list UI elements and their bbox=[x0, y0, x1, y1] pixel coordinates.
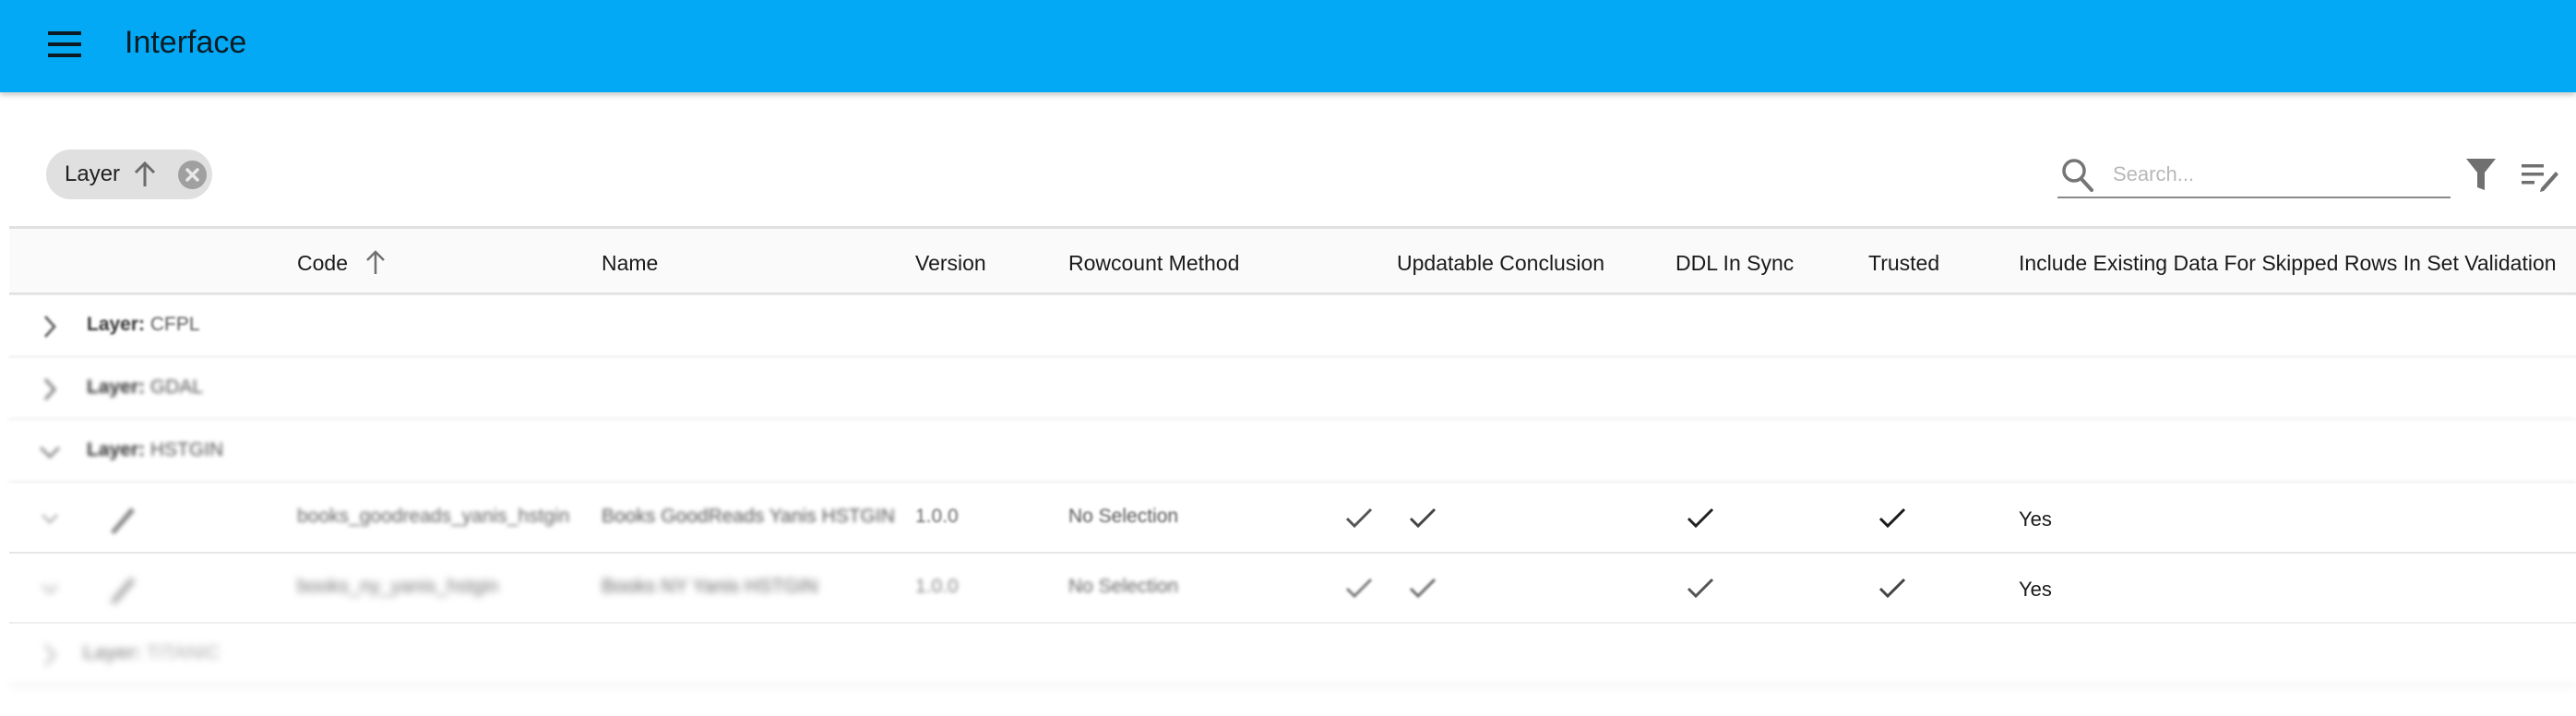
chevron-down-icon[interactable] bbox=[37, 576, 63, 602]
cell-code: books_goodreads_yanis_hstgin bbox=[297, 506, 570, 527]
chevron-right-icon[interactable] bbox=[37, 314, 63, 340]
group-by-chip[interactable]: Layer bbox=[46, 149, 212, 199]
cell-rowcount-method: No Selection bbox=[1068, 576, 1179, 597]
app-bar: Interface bbox=[0, 0, 2576, 92]
app-title: Interface bbox=[125, 25, 247, 60]
table-row[interactable]: books_goodreads_yanis_hstgin Books GoodR… bbox=[9, 483, 2576, 554]
group-row-titanic[interactable]: Layer: TITANIC bbox=[9, 624, 2576, 686]
chevron-down-icon[interactable] bbox=[37, 506, 63, 531]
cell-name: Books NY Yanis HSTGIN bbox=[602, 576, 818, 597]
hamburger-menu-icon[interactable] bbox=[46, 28, 83, 65]
column-header-version[interactable]: Version bbox=[915, 249, 986, 277]
cell-version: 1.0.0 bbox=[915, 576, 959, 597]
group-row-hstgin[interactable]: Layer: HSTGIN bbox=[9, 421, 2576, 483]
check-icon bbox=[1878, 507, 1906, 529]
filter-icon[interactable] bbox=[2465, 157, 2497, 192]
search-input[interactable] bbox=[2113, 158, 2445, 191]
check-icon bbox=[1409, 507, 1437, 529]
group-label: Layer: HSTGIN bbox=[87, 439, 224, 460]
edit-list-icon[interactable] bbox=[2521, 159, 2559, 192]
cancel-circle-icon[interactable] bbox=[178, 161, 207, 189]
check-icon bbox=[1687, 507, 1714, 529]
cell-include-existing-data: Yes bbox=[2019, 578, 2052, 601]
column-header-rowcount-method[interactable]: Rowcount Method bbox=[1068, 249, 1239, 277]
check-icon bbox=[1878, 578, 1906, 599]
cell-code: books_ny_yanis_hstgin bbox=[297, 576, 499, 597]
column-header-trusted[interactable]: Trusted bbox=[1868, 249, 1939, 277]
group-label: Layer: CFPL bbox=[87, 314, 200, 335]
chevron-right-icon[interactable] bbox=[37, 376, 63, 402]
group-by-chip-label: Layer bbox=[65, 161, 121, 186]
column-header-name[interactable]: Name bbox=[602, 249, 658, 277]
column-header-ddl-in-sync[interactable]: DDL In Sync bbox=[1676, 249, 1794, 277]
pencil-edit-icon[interactable] bbox=[105, 572, 137, 605]
group-row-cfpl[interactable]: Layer: CFPL bbox=[9, 295, 2576, 358]
data-table: Code Name Version Rowcount Method Updata… bbox=[9, 226, 2576, 686]
arrow-up-icon[interactable] bbox=[133, 161, 157, 188]
group-row-gdal[interactable]: Layer: GDAL bbox=[9, 358, 2576, 421]
column-header-code[interactable]: Code bbox=[297, 249, 387, 277]
cell-rowcount-method: No Selection bbox=[1068, 506, 1179, 527]
search-icon bbox=[2062, 159, 2093, 192]
column-header-updatable-conclusion[interactable]: Updatable Conclusion bbox=[1397, 249, 1604, 277]
chevron-down-icon[interactable] bbox=[37, 439, 63, 465]
sort-ascending-icon[interactable] bbox=[364, 249, 387, 275]
check-icon bbox=[1687, 578, 1714, 599]
group-label: Layer: TITANIC bbox=[83, 642, 221, 663]
cell-include-existing-data: Yes bbox=[2019, 507, 2052, 531]
search-field bbox=[2057, 150, 2451, 198]
table-header: Code Name Version Rowcount Method Updata… bbox=[9, 226, 2576, 295]
column-header-label: Code bbox=[297, 251, 348, 275]
group-label: Layer: GDAL bbox=[87, 376, 204, 398]
chevron-right-icon[interactable] bbox=[37, 642, 63, 668]
column-header-include-existing-data[interactable]: Include Existing Data For Skipped Rows I… bbox=[2019, 249, 2557, 277]
pencil-edit-icon[interactable] bbox=[105, 502, 137, 535]
table-row[interactable]: books_ny_yanis_hstgin Books NY Yanis HST… bbox=[9, 554, 2576, 624]
check-icon bbox=[1345, 507, 1373, 529]
check-icon bbox=[1345, 578, 1373, 599]
cell-name: Books GoodReads Yanis HSTGIN bbox=[602, 506, 895, 527]
cell-version: 1.0.0 bbox=[915, 506, 959, 527]
check-icon bbox=[1409, 578, 1437, 599]
